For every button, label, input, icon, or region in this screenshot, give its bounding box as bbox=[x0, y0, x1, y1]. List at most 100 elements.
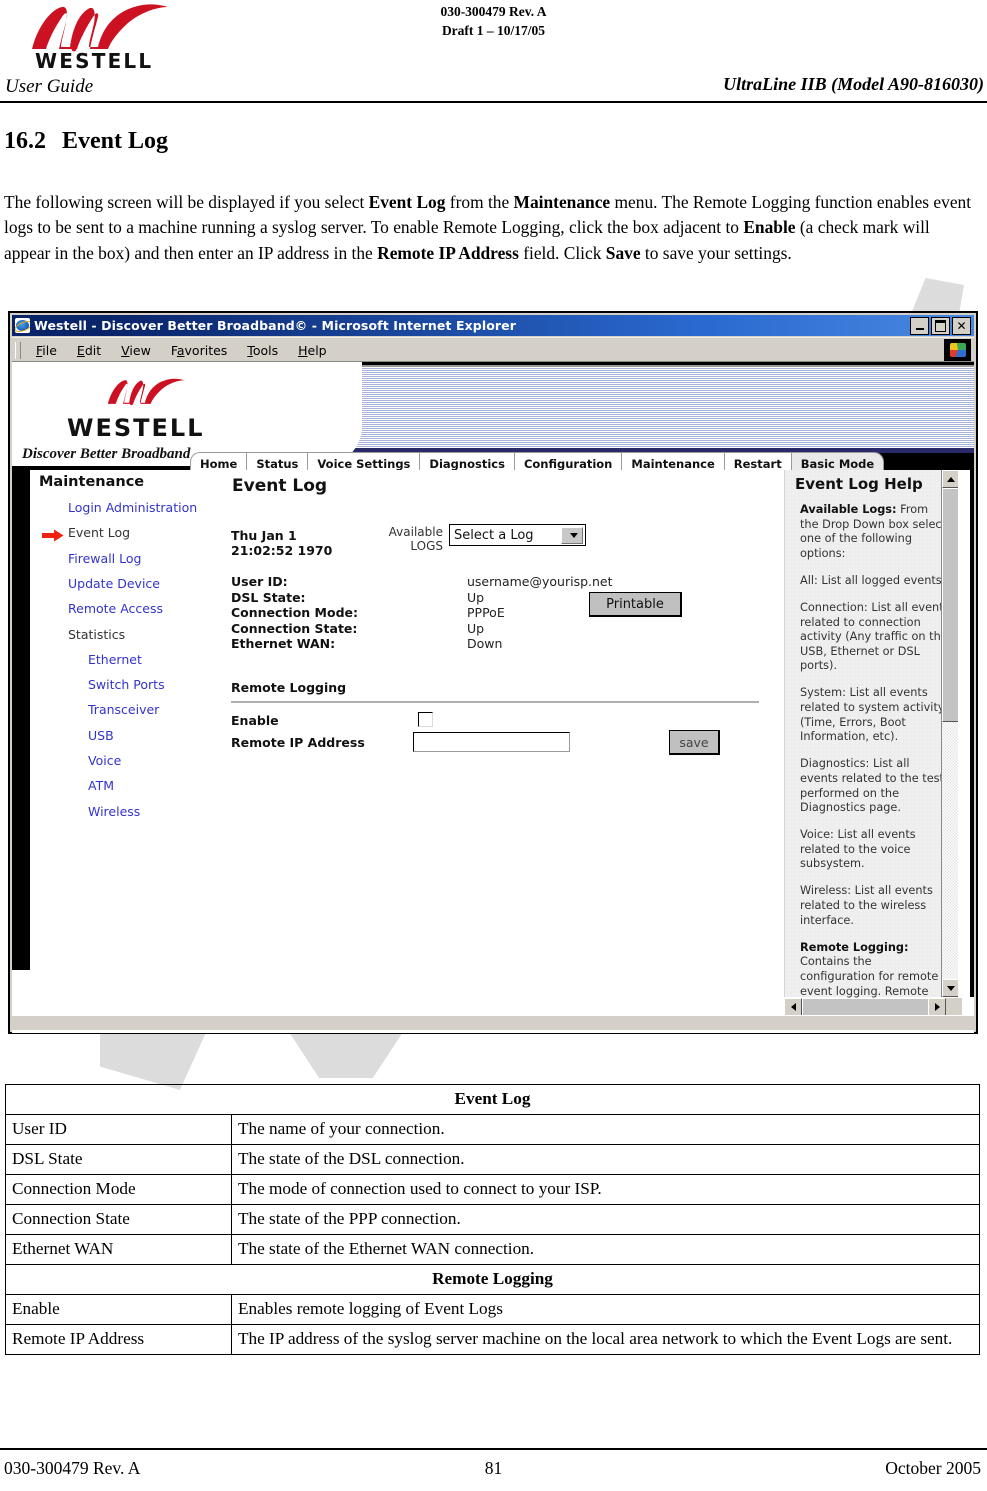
sidebar-item-ethernet[interactable]: Ethernet bbox=[88, 652, 142, 667]
brand-logo-panel: WESTELL Discover Better Broadband bbox=[12, 362, 362, 466]
scroll-right-button[interactable] bbox=[928, 998, 946, 1016]
table-cell-key: Enable bbox=[5, 1294, 232, 1325]
help-paragraph: Remote Logging: Contains the configurati… bbox=[800, 940, 939, 998]
sidebar-item-wireless[interactable]: Wireless bbox=[88, 804, 140, 819]
table-cell-key: Connection State bbox=[5, 1204, 232, 1235]
help-vertical-scrollbar[interactable] bbox=[941, 470, 960, 997]
help-horizontal-scrollbar[interactable] bbox=[784, 998, 962, 1016]
nav-tab-home[interactable]: Home bbox=[190, 452, 248, 470]
menu-file[interactable]: File bbox=[26, 341, 67, 360]
table-header-row: Event Log bbox=[5, 1084, 980, 1115]
table-cell-description: The mode of connection used to connect t… bbox=[231, 1174, 980, 1205]
field-value-connectionmode: PPPoE bbox=[467, 605, 505, 620]
log-select-dropdown[interactable]: Select a Log bbox=[449, 524, 586, 546]
browser-menubar: File Edit View Favorites Tools Help bbox=[12, 337, 974, 362]
printable-button[interactable]: Printable bbox=[589, 592, 682, 617]
document-page: 030-300479 Rev. A Draft 1 – 10/17/05 WES… bbox=[0, 0, 987, 1491]
page-body: Maintenance Login Administration Event Lo… bbox=[12, 470, 974, 1033]
table-cell-key: User ID bbox=[5, 1114, 232, 1145]
sidebar-item-switch-ports[interactable]: Switch Ports bbox=[88, 677, 165, 692]
help-paragraph: All: List all logged events bbox=[800, 573, 942, 587]
help-text: Available Logs: From the Drop Down box s… bbox=[800, 503, 950, 1012]
maximize-button[interactable] bbox=[931, 317, 950, 335]
sidebar-item-voice[interactable]: Voice bbox=[88, 753, 121, 768]
sidebar-item-usb[interactable]: USB bbox=[88, 728, 114, 743]
help-title: Event Log Help bbox=[795, 475, 923, 493]
remote-ip-input[interactable] bbox=[413, 732, 570, 752]
sidebar-nav: Maintenance Login Administration Event Lo… bbox=[32, 470, 227, 1033]
chevron-down-icon[interactable] bbox=[561, 527, 583, 544]
table-row: Remote IP Address The IP address of the s… bbox=[5, 1324, 980, 1355]
table-row: Enable Enables remote logging of Event Lo… bbox=[5, 1294, 980, 1325]
nav-tab-basic-mode[interactable]: Basic Mode bbox=[790, 452, 885, 470]
header-divider bbox=[0, 101, 987, 103]
field-label-userid: User ID: bbox=[231, 574, 288, 589]
browser-viewport: WESTELL Discover Better Broadband Home St… bbox=[12, 361, 974, 1033]
section-title: Event Log bbox=[62, 128, 169, 154]
table-cell-key: Remote IP Address bbox=[5, 1324, 232, 1355]
menu-edit[interactable]: Edit bbox=[67, 341, 111, 360]
help-paragraph: Diagnostics: List all events related to … bbox=[800, 757, 950, 815]
menu-help[interactable]: Help bbox=[288, 341, 337, 360]
site-wordmark: WESTELL bbox=[67, 414, 205, 442]
table-header-row: Remote Logging bbox=[5, 1264, 980, 1295]
footer-right: October 2005 bbox=[885, 1458, 981, 1478]
nav-tab-configuration[interactable]: Configuration bbox=[513, 452, 623, 470]
sidebar-item-update-device[interactable]: Update Device bbox=[68, 576, 160, 591]
westell-logo: WESTELL bbox=[18, 3, 198, 75]
timestamp-date: Thu Jan 1 bbox=[231, 528, 297, 543]
table-cell-key: Connection Mode bbox=[5, 1174, 232, 1205]
remote-logging-heading: Remote Logging bbox=[231, 680, 347, 695]
horizontal-scroll-thumb[interactable] bbox=[802, 998, 930, 1016]
help-panel: Event Log Help Available Logs: From the … bbox=[784, 470, 963, 998]
table-cell-description: The state of the DSL connection. bbox=[231, 1144, 980, 1175]
westell-swoosh-icon bbox=[32, 4, 168, 52]
table-cell-description: The state of the PPP connection. bbox=[231, 1204, 980, 1235]
sidebar-item-login-administration[interactable]: Login Administration bbox=[68, 500, 197, 515]
browser-window-title: Westell - Discover Better Broadband© - M… bbox=[34, 318, 517, 333]
event-log-timestamp: Thu Jan 1 21:02:52 1970 bbox=[231, 528, 332, 558]
menu-view[interactable]: View bbox=[111, 341, 161, 360]
sidebar-item-firewall-log[interactable]: Firewall Log bbox=[68, 551, 141, 566]
sidebar-item-remote-access[interactable]: Remote Access bbox=[68, 601, 163, 616]
enable-checkbox[interactable] bbox=[418, 712, 433, 727]
nav-tab-status[interactable]: Status bbox=[246, 452, 309, 470]
menubar-grip-icon[interactable] bbox=[15, 341, 21, 359]
section-number: 16.2 bbox=[4, 128, 46, 154]
help-paragraph: Connection: List all events related to c… bbox=[800, 600, 950, 673]
nav-tab-restart[interactable]: Restart bbox=[723, 452, 792, 470]
doc-model-label: UltraLine IIB (Model A90-816030) bbox=[723, 74, 984, 94]
table-cell-description: Enables remote logging of Event Logs bbox=[231, 1294, 980, 1325]
sidebar-item-atm[interactable]: ATM bbox=[88, 778, 114, 793]
content-title: Event Log bbox=[232, 476, 328, 496]
browser-brand-logo bbox=[944, 339, 971, 361]
internet-explorer-icon bbox=[15, 318, 30, 333]
sidebar-item-transceiver[interactable]: Transceiver bbox=[88, 702, 159, 717]
table-row: Connection State The state of the PPP con… bbox=[5, 1204, 980, 1235]
nav-tab-diagnostics[interactable]: Diagnostics bbox=[419, 452, 515, 470]
menu-favorites[interactable]: Favorites bbox=[161, 341, 237, 360]
table-cell-key: DSL State bbox=[5, 1144, 232, 1175]
nav-tab-voice-settings[interactable]: Voice Settings bbox=[307, 452, 421, 470]
remote-logging-divider bbox=[231, 701, 759, 703]
help-paragraph: System: List all events related to syste… bbox=[800, 686, 945, 744]
nav-tab-maintenance[interactable]: Maintenance bbox=[621, 452, 725, 470]
close-button[interactable]: ✕ bbox=[952, 317, 971, 335]
westell-wordmark: WESTELL bbox=[35, 49, 154, 73]
help-paragraph: Wireless: List all events related to the… bbox=[800, 884, 933, 927]
window-bottom-edge bbox=[12, 1015, 974, 1030]
minimize-button[interactable] bbox=[910, 317, 929, 335]
help-paragraph: Available Logs: From the Drop Down box s… bbox=[800, 503, 947, 560]
sidebar-item-event-log[interactable]: Event Log bbox=[68, 525, 130, 540]
field-value-userid: username@yourisp.net bbox=[467, 574, 613, 589]
table-cell-description: The IP address of the syslog server mach… bbox=[231, 1324, 980, 1355]
footer-divider bbox=[0, 1448, 987, 1450]
sidebar-item-statistics[interactable]: Statistics bbox=[68, 627, 125, 642]
save-button[interactable]: save bbox=[669, 730, 720, 755]
doc-kind-label: User Guide bbox=[5, 76, 94, 97]
scroll-left-button[interactable] bbox=[784, 998, 802, 1016]
menu-tools[interactable]: Tools bbox=[237, 341, 288, 360]
table-cell-description: The name of your connection. bbox=[231, 1114, 980, 1145]
field-label-connectionstate: Connection State: bbox=[231, 620, 358, 636]
vertical-scroll-track[interactable] bbox=[942, 722, 958, 979]
